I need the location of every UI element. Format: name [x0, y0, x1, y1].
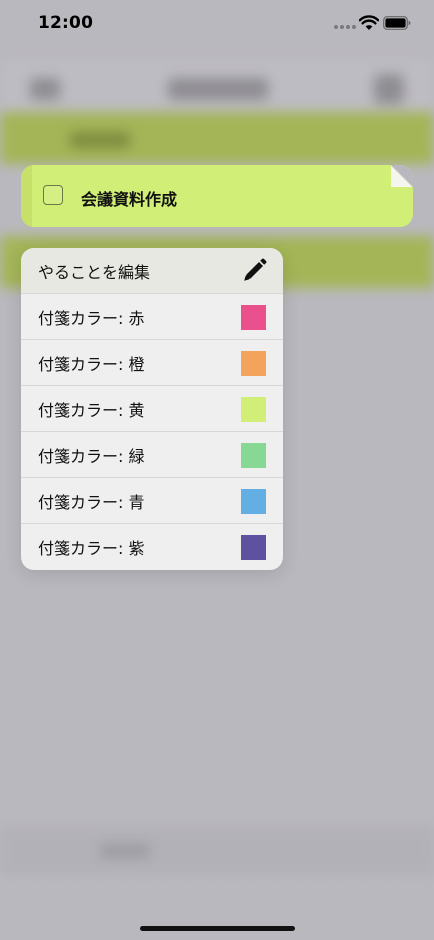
background-task-row: [0, 112, 434, 164]
color-option-label: 付箋カラー: 黄: [38, 400, 145, 420]
task-checkbox[interactable]: [43, 185, 63, 205]
color-swatch-orange: [241, 351, 266, 376]
edit-task-menu-item[interactable]: やることを編集: [21, 248, 283, 294]
cellular-signal-icon: [334, 25, 356, 29]
color-swatch-purple: [241, 535, 266, 560]
color-option-label: 付箋カラー: 紫: [38, 539, 145, 558]
background-nav-title: [168, 78, 268, 100]
page-fold-icon: [391, 165, 413, 187]
color-option-green[interactable]: 付箋カラー: 緑: [21, 432, 283, 478]
background-bottom-label: [100, 844, 150, 858]
color-option-red[interactable]: 付箋カラー: 赤: [21, 294, 283, 340]
battery-icon: [383, 16, 411, 30]
home-indicator[interactable]: [140, 926, 295, 931]
color-swatch-yellow: [241, 397, 266, 422]
color-option-label: 付箋カラー: 緑: [38, 446, 145, 466]
background-nav-right: [374, 74, 404, 104]
color-swatch-red: [241, 305, 266, 330]
wifi-icon: [359, 15, 379, 30]
color-option-label: 付箋カラー: 青: [38, 492, 145, 512]
background-task-label: [70, 132, 130, 148]
color-option-label: 付箋カラー: 橙: [38, 354, 145, 374]
context-menu: やることを編集 付箋カラー: 赤 付箋カラー: 橙 付箋カラー: 黄 付箋カラー…: [21, 248, 283, 570]
task-card[interactable]: 会議資料作成: [21, 165, 413, 227]
edit-task-label: やることを編集: [38, 262, 151, 282]
color-option-orange[interactable]: 付箋カラー: 橙: [21, 340, 283, 386]
color-option-label: 付箋カラー: 赤: [38, 308, 145, 328]
color-option-purple[interactable]: 付箋カラー: 紫: [21, 524, 283, 570]
pencil-icon: [244, 258, 267, 281]
color-swatch-green: [241, 443, 266, 468]
background-nav-left: [30, 78, 60, 100]
status-bar: 12:00: [0, 0, 434, 48]
card-accent-bar: [21, 165, 32, 227]
status-time: 12:00: [38, 13, 94, 33]
task-title: 会議資料作成: [81, 190, 178, 209]
background-bottom-row: [0, 826, 434, 876]
color-option-yellow[interactable]: 付箋カラー: 黄: [21, 386, 283, 432]
color-option-blue[interactable]: 付箋カラー: 青: [21, 478, 283, 524]
color-swatch-blue: [241, 489, 266, 514]
